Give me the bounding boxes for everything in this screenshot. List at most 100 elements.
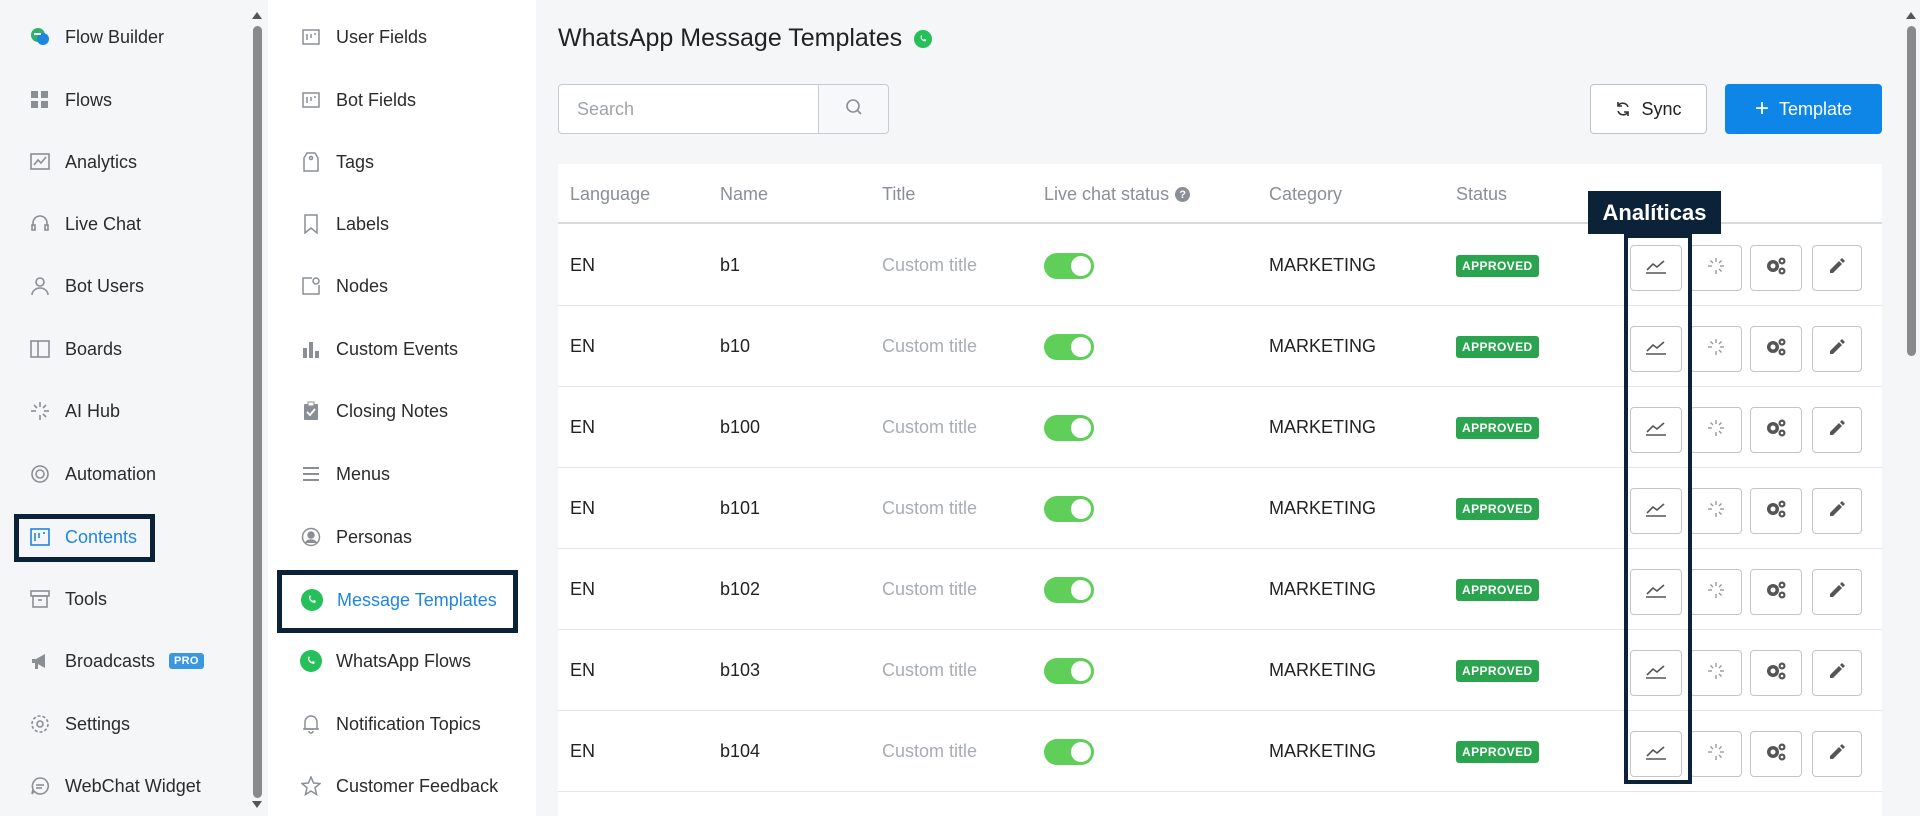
column-header-name[interactable]: Name — [720, 184, 768, 205]
subnav-item-label: Custom Events — [336, 338, 459, 359]
cell-language: EN — [570, 498, 596, 518]
settings-button[interactable] — [1750, 650, 1802, 696]
cell-category: MARKETING — [1269, 741, 1377, 761]
scroll-up-arrow-icon[interactable] — [252, 12, 262, 19]
status-badge: APPROVED — [1456, 578, 1539, 601]
bookmark-icon — [300, 213, 322, 235]
edit-button[interactable] — [1812, 407, 1862, 453]
sidebar-item-tools[interactable]: Tools — [29, 579, 107, 619]
page-title-text: WhatsApp Message Templates — [558, 24, 903, 52]
ai-button[interactable] — [1690, 326, 1742, 372]
subnav-item-nodes[interactable]: Nodes — [300, 266, 388, 306]
main-content: WhatsApp Message Templates Sync + Templa… — [536, 0, 1902, 816]
column-header-title[interactable]: Title — [882, 184, 915, 205]
sidebar-scrollbar[interactable] — [250, 10, 264, 810]
add-template-button[interactable]: + Template — [1725, 84, 1882, 134]
status-badge: APPROVED — [1456, 659, 1539, 682]
cell-status: APPROVED — [1456, 225, 1539, 306]
edit-button[interactable] — [1812, 650, 1862, 696]
sync-button[interactable]: Sync — [1590, 84, 1707, 134]
pencil-icon — [1828, 743, 1846, 766]
cell-live-chat-status — [1044, 387, 1094, 468]
sparkle-icon — [1707, 419, 1725, 442]
subnav-item-customer-feedback[interactable]: Customer Feedback — [300, 766, 498, 806]
subnav-item-tags[interactable]: Tags — [300, 142, 374, 182]
live-chat-toggle[interactable] — [1044, 657, 1094, 684]
cell-name: b100 — [720, 417, 761, 437]
subnav-item-label: Menus — [336, 463, 391, 484]
column-header-status[interactable]: Status — [1456, 184, 1507, 205]
cell-title: Custom title — [882, 417, 978, 437]
ai-button[interactable] — [1690, 245, 1742, 291]
subnav-item-user-fields[interactable]: User Fields — [300, 17, 427, 57]
ai-button[interactable] — [1690, 407, 1742, 453]
message-templates-highlight — [277, 570, 518, 633]
subnav-item-closing-notes[interactable]: Closing Notes — [300, 391, 448, 431]
cell-name: b103 — [720, 660, 761, 680]
live-chat-toggle[interactable] — [1044, 576, 1094, 603]
settings-button[interactable] — [1750, 407, 1802, 453]
search-input[interactable] — [559, 85, 818, 133]
toggle-knob — [1071, 336, 1091, 357]
settings-button[interactable] — [1750, 326, 1802, 372]
sparkle-icon — [1707, 500, 1725, 523]
search-button[interactable] — [818, 85, 888, 133]
live-chat-toggle[interactable] — [1044, 414, 1094, 441]
sidebar-item-webchat-widget[interactable]: WebChat Widget — [29, 766, 201, 806]
ai-button[interactable] — [1690, 569, 1742, 615]
subnav-item-label: Labels — [336, 213, 390, 234]
analytics-icon — [29, 151, 51, 173]
subnav-item-bot-fields[interactable]: Bot Fields — [300, 80, 416, 120]
sidebar-item-broadcasts[interactable]: Broadcasts PRO — [29, 641, 204, 681]
scrollbar-thumb[interactable] — [253, 26, 262, 798]
sidebar-item-settings[interactable]: Settings — [29, 704, 130, 744]
whatsapp-icon — [914, 29, 933, 48]
sidebar-item-flows[interactable]: Flows — [29, 80, 112, 120]
sparkle-icon — [1707, 662, 1725, 685]
scroll-down-arrow-icon[interactable] — [252, 801, 262, 808]
edit-button[interactable] — [1812, 488, 1862, 534]
cell-status: APPROVED — [1456, 387, 1539, 468]
subnav-item-whatsapp-flows[interactable]: WhatsApp Flows — [300, 641, 471, 681]
subnav-item-menus[interactable]: Menus — [300, 454, 390, 494]
cell-title: Custom title — [882, 660, 978, 680]
column-header-category[interactable]: Category — [1269, 184, 1342, 205]
settings-button[interactable] — [1750, 488, 1802, 534]
ai-button[interactable] — [1690, 650, 1742, 696]
subnav-item-personas[interactable]: Personas — [300, 517, 412, 557]
column-header-language[interactable]: Language — [570, 184, 650, 205]
settings-button[interactable] — [1750, 731, 1802, 777]
column-header-live-chat-status[interactable]: Live chat status ? — [1044, 184, 1191, 205]
settings-button[interactable] — [1750, 569, 1802, 615]
star-icon — [300, 775, 322, 797]
edit-button[interactable] — [1812, 326, 1862, 372]
live-chat-toggle[interactable] — [1044, 495, 1094, 522]
sidebar-item-boards[interactable]: Boards — [29, 329, 122, 369]
settings-button[interactable] — [1750, 245, 1802, 291]
live-chat-toggle[interactable] — [1044, 333, 1094, 360]
subnav-item-notification-topics[interactable]: Notification Topics — [300, 704, 481, 744]
tag-icon — [300, 151, 322, 173]
cell-title: Custom title — [882, 741, 978, 761]
edit-button[interactable] — [1812, 731, 1862, 777]
help-icon[interactable]: ? — [1175, 187, 1191, 202]
sidebar-item-automation[interactable]: Automation — [29, 454, 156, 494]
live-chat-toggle[interactable] — [1044, 252, 1094, 279]
cell-title: Custom title — [882, 498, 978, 518]
sidebar-item-flow-builder[interactable]: Flow Builder — [29, 17, 164, 57]
edit-button[interactable] — [1812, 245, 1862, 291]
ai-button[interactable] — [1690, 488, 1742, 534]
cell-language: EN — [570, 579, 596, 599]
edit-button[interactable] — [1812, 569, 1862, 615]
scroll-up-arrow-icon[interactable] — [1906, 12, 1916, 19]
ai-button[interactable] — [1690, 731, 1742, 777]
main-scrollbar[interactable] — [1904, 10, 1918, 810]
subnav-item-labels[interactable]: Labels — [300, 204, 389, 244]
scrollbar-thumb[interactable] — [1907, 26, 1916, 356]
sidebar-item-analytics[interactable]: Analytics — [29, 142, 137, 182]
sidebar-item-ai-hub[interactable]: AI Hub — [29, 391, 120, 431]
sidebar-item-live-chat[interactable]: Live Chat — [29, 204, 141, 244]
sidebar-item-bot-users[interactable]: Bot Users — [29, 266, 144, 306]
live-chat-toggle[interactable] — [1044, 738, 1094, 765]
subnav-item-custom-events[interactable]: Custom Events — [300, 329, 458, 369]
